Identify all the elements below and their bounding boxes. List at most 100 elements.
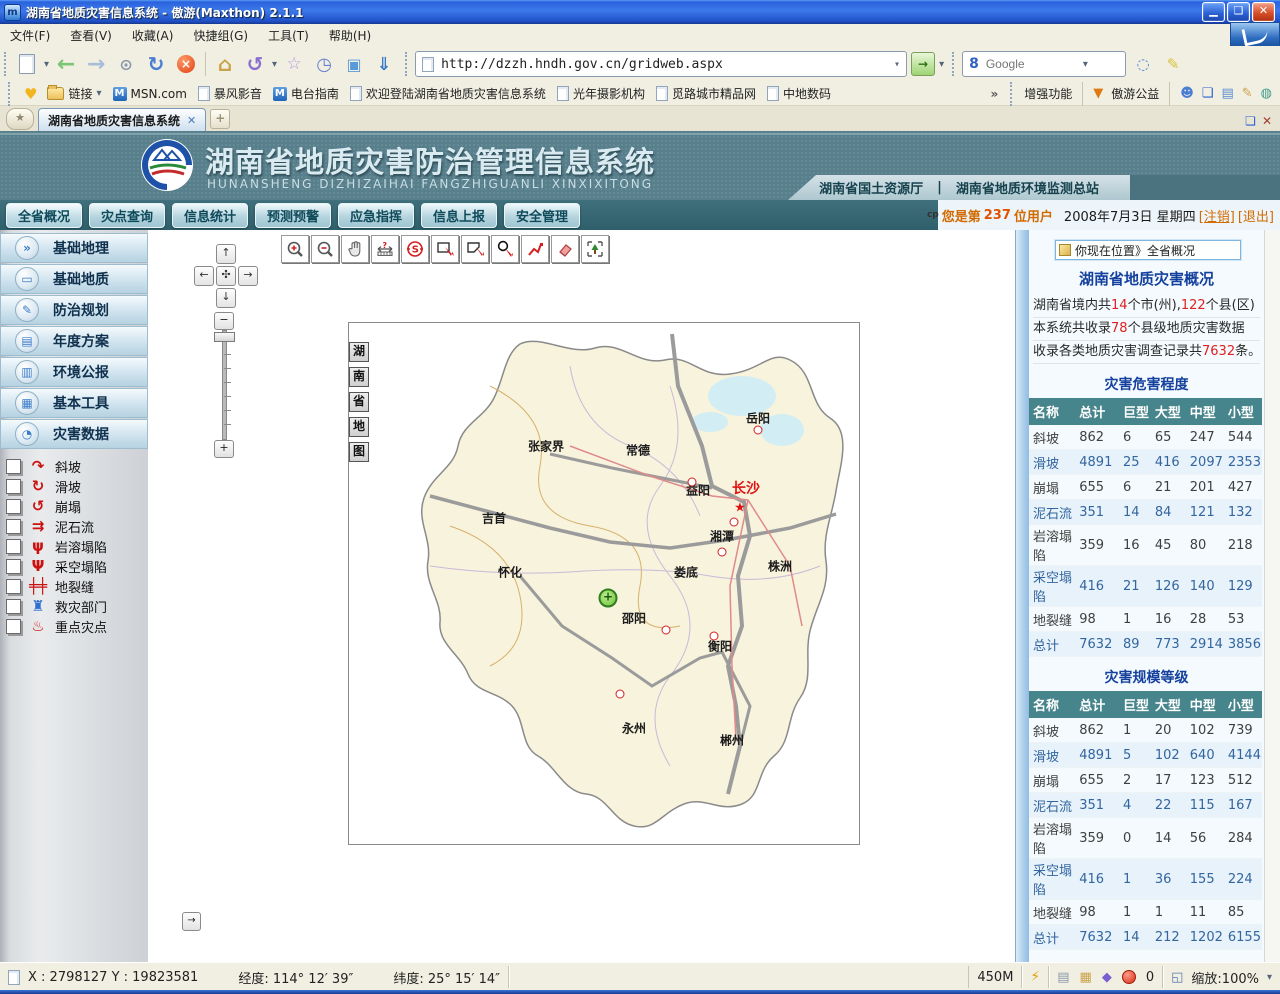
link-geo-env-monitoring-station[interactable]: 湖南省地质环境监测总站 <box>956 178 1099 197</box>
search-icon[interactable]: ◌ <box>1130 51 1156 77</box>
exit-link[interactable]: [退出] <box>1238 206 1274 225</box>
layer-item-崩塌[interactable]: ↺崩塌 <box>0 496 148 516</box>
disaster-point-marker[interactable] <box>718 548 727 557</box>
layer-checkbox[interactable] <box>6 539 21 554</box>
filter-pack-icon[interactable]: ◆ <box>1102 970 1112 985</box>
nav-tab-预测预警[interactable]: 预测预警 <box>255 203 331 228</box>
new-tab-button[interactable]: + <box>210 109 230 129</box>
map-canvas[interactable]: 张家界常德岳阳益阳长沙吉首湘潭株洲怀化娄底邵阳衡阳永州郴州★+ <box>370 326 856 840</box>
measure-distance-map-button[interactable]: ? <box>371 235 399 263</box>
rect-select-map-button[interactable] <box>431 235 459 263</box>
layer-checkbox[interactable] <box>6 459 21 474</box>
sidebar-button-灾害数据[interactable]: ◔灾害数据 <box>0 419 148 449</box>
clock-icon[interactable]: ◷ <box>311 51 337 77</box>
menu-item[interactable]: 查看(V) <box>60 24 122 47</box>
sidebar-button-年度方案[interactable]: ▤年度方案 <box>0 326 148 356</box>
draw-line-map-button[interactable] <box>521 235 549 263</box>
window-panel-icon[interactable]: ▣ <box>341 51 367 77</box>
window-icon[interactable]: ❏ <box>1202 86 1214 101</box>
pan-left-button[interactable]: ← <box>194 266 214 286</box>
tab-scroll-icon[interactable]: ❏ <box>1245 114 1256 128</box>
quick-link[interactable]: 欢迎登陆湖南省地质灾害信息系统 <box>350 85 546 102</box>
zoom-in-slider-button[interactable]: + <box>214 440 234 458</box>
menu-item[interactable]: 帮助(H) <box>319 24 381 47</box>
measure-area-map-button[interactable]: S <box>401 235 429 263</box>
stop-icon[interactable]: × <box>173 51 199 77</box>
quick-link[interactable]: 中地数码 <box>767 85 831 102</box>
link-land-resources-dept[interactable]: 湖南省国土资源厅 <box>819 178 923 197</box>
pan-right-button[interactable]: → <box>238 266 258 286</box>
sidebar-button-环境公报[interactable]: ▥环境公报 <box>0 357 148 387</box>
layer-checkbox[interactable] <box>6 479 21 494</box>
nav-tab-灾点查询[interactable]: 灾点查询 <box>89 203 165 228</box>
undo-icon[interactable]: ↺ <box>242 51 268 77</box>
layer-item-地裂缝[interactable]: ╪╪地裂缝 <box>0 576 148 596</box>
disaster-point-marker[interactable] <box>662 626 671 635</box>
enhance-features-link[interactable]: 增强功能 <box>1024 85 1072 102</box>
layer-checkbox[interactable] <box>6 499 21 514</box>
tab-list-star-icon[interactable]: ★ <box>6 108 34 130</box>
layer-item-重点灾点[interactable]: ♨重点灾点 <box>0 616 148 636</box>
disaster-point-marker[interactable] <box>688 478 697 487</box>
polygon-select-map-button[interactable] <box>461 235 489 263</box>
user-icon[interactable]: ☻ <box>1180 86 1194 101</box>
search-input[interactable] <box>984 56 1078 72</box>
search-box[interactable]: 8 ▾ <box>962 51 1126 77</box>
toolbar-grip[interactable] <box>4 52 10 76</box>
layer-item-斜坡[interactable]: ↷斜坡 <box>0 456 148 476</box>
pan-center-button[interactable]: ✣ <box>216 266 236 286</box>
favorites-heart-icon[interactable]: ♥ <box>24 85 37 103</box>
layer-item-救灾部门[interactable]: ♜救灾部门 <box>0 596 148 616</box>
layer-checkbox[interactable] <box>6 579 21 594</box>
full-extent-map-button[interactable] <box>581 235 609 263</box>
globe-icon[interactable]: ◍ <box>1261 86 1272 101</box>
zoom-out-slider-button[interactable]: − <box>214 312 234 330</box>
erase-map-button[interactable] <box>551 235 579 263</box>
layer-item-滑坡[interactable]: ↻滑坡 <box>0 476 148 496</box>
pan-down-button[interactable]: ↓ <box>216 288 236 308</box>
boost-lightning-icon[interactable]: ⚡ <box>1022 966 1049 988</box>
logout-link[interactable]: [注销] <box>1199 206 1235 225</box>
nav-tab-应急指挥[interactable]: 应急指挥 <box>338 203 414 228</box>
menu-item[interactable]: 收藏(A) <box>122 24 184 47</box>
browser-tab-active[interactable]: 湖南省地质灾害信息系统 ✕ <box>38 108 206 131</box>
quick-link[interactable]: 暴风影音 <box>198 85 262 102</box>
zoom-out-map-button[interactable] <box>311 235 339 263</box>
layer-checkbox[interactable] <box>6 519 21 534</box>
close-button[interactable]: ✕ <box>1252 2 1275 22</box>
go-button[interactable]: → <box>911 52 935 76</box>
layer-item-岩溶塌陷[interactable]: ψ岩溶塌陷 <box>0 536 148 556</box>
popup-blocker-icon[interactable] <box>1122 970 1136 984</box>
new-page-icon[interactable] <box>14 51 40 77</box>
zoom-in-map-button[interactable] <box>281 235 309 263</box>
maxthon-charity-link[interactable]: 傲游公益 <box>1111 85 1159 102</box>
address-dropdown-icon[interactable]: ▾ <box>894 59 900 70</box>
tabbar-close-icon[interactable]: ✕ <box>1262 114 1272 128</box>
download-icon[interactable]: ⇓ <box>371 51 397 77</box>
pan-map-button[interactable] <box>341 235 369 263</box>
quick-link[interactable]: 觅路城市精品网 <box>656 85 756 102</box>
menu-item[interactable]: 文件(F) <box>0 24 60 47</box>
address-input[interactable] <box>439 56 889 73</box>
highlighter-icon[interactable]: ✎ <box>1160 51 1186 77</box>
menu-item[interactable]: 快捷组(G) <box>183 24 258 47</box>
disaster-point-marker[interactable] <box>754 426 763 435</box>
map-scroll-right-button[interactable]: → <box>182 912 201 931</box>
disaster-point-marker[interactable] <box>730 518 739 527</box>
new-page-dropdown-icon[interactable]: ▾ <box>44 59 49 70</box>
right-scroll-gutter[interactable] <box>1264 230 1280 962</box>
new-window-icon[interactable]: ▦ <box>1080 970 1092 985</box>
links-overflow-chevron[interactable]: » <box>990 87 998 101</box>
go-dropdown-icon[interactable]: ▾ <box>939 59 944 70</box>
quick-link[interactable]: 链接▾ <box>47 85 101 102</box>
nav-tab-全省概况[interactable]: 全省概况 <box>6 203 82 228</box>
layer-item-泥石流[interactable]: ⇉泥石流 <box>0 516 148 536</box>
disaster-point-marker[interactable] <box>710 632 719 641</box>
notes-icon[interactable]: ▤ <box>1221 86 1233 101</box>
quick-link[interactable]: M电台指南 <box>273 85 339 102</box>
address-bar[interactable]: ▾ <box>415 51 907 77</box>
pen-icon[interactable]: ✎ <box>1242 86 1253 101</box>
zoom-dropdown-icon[interactable]: ▾ <box>1267 972 1272 983</box>
gps-locate-icon[interactable]: + <box>599 589 618 608</box>
resize-icon[interactable]: ◱ <box>1171 970 1183 985</box>
